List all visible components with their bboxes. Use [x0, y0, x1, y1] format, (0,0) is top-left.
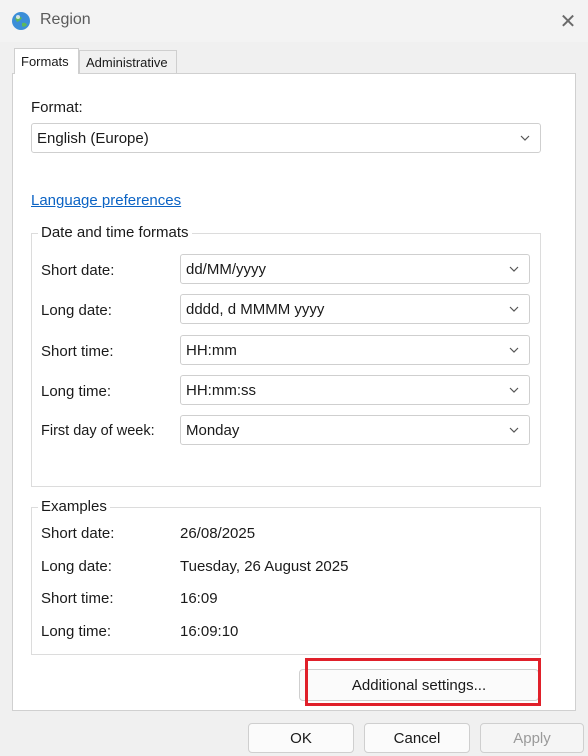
- long-date-select[interactable]: dddd, d MMMM yyyy: [180, 294, 530, 324]
- example-long-date-label: Long date:: [41, 558, 112, 575]
- long-time-value: HH:mm:ss: [186, 381, 256, 399]
- tab-formats[interactable]: Formats: [14, 48, 79, 74]
- tab-formats-label: Formats: [21, 54, 69, 69]
- short-date-label: Short date:: [41, 262, 115, 279]
- chevron-down-icon: [509, 266, 519, 272]
- chevron-down-icon: [509, 427, 519, 433]
- date-time-formats-title: Date and time formats: [38, 224, 192, 241]
- window-title: Region: [40, 11, 91, 28]
- long-date-label: Long date:: [41, 302, 112, 319]
- language-preferences-link[interactable]: Language preferences: [31, 192, 181, 209]
- format-label: Format:: [31, 99, 83, 116]
- short-date-select[interactable]: dd/MM/yyyy: [180, 254, 530, 284]
- region-dialog: Region ✕ Formats Administrative Format: …: [0, 0, 588, 756]
- ok-button[interactable]: OK: [248, 723, 354, 753]
- example-long-date-value: Tuesday, 26 August 2025: [180, 558, 349, 575]
- example-short-time-value: 16:09: [180, 590, 218, 607]
- format-value: English (Europe): [37, 129, 149, 147]
- chevron-down-icon: [509, 387, 519, 393]
- chevron-down-icon: [509, 306, 519, 312]
- chevron-down-icon: [509, 347, 519, 353]
- example-short-date-label: Short date:: [41, 525, 115, 542]
- format-select[interactable]: English (Europe): [31, 123, 541, 153]
- example-short-time-label: Short time:: [41, 590, 114, 607]
- first-day-of-week-label: First day of week:: [41, 423, 155, 439]
- long-date-value: dddd, d MMMM yyyy: [186, 300, 325, 318]
- apply-button[interactable]: Apply: [480, 723, 584, 753]
- additional-settings-button[interactable]: Additional settings...: [299, 669, 539, 701]
- apply-label: Apply: [513, 729, 551, 747]
- first-day-of-week-value: Monday: [186, 421, 240, 439]
- cancel-label: Cancel: [393, 729, 441, 747]
- long-time-select[interactable]: HH:mm:ss: [180, 375, 530, 405]
- example-long-time-label: Long time:: [41, 623, 112, 640]
- ok-label: OK: [290, 729, 312, 747]
- example-short-date-value: 26/08/2025: [180, 525, 256, 542]
- chevron-down-icon: [520, 135, 530, 141]
- cancel-button[interactable]: Cancel: [364, 723, 470, 753]
- first-day-of-week-select[interactable]: Monday: [180, 415, 530, 445]
- short-time-label: Short time:: [41, 343, 114, 360]
- short-date-value: dd/MM/yyyy: [186, 260, 267, 278]
- examples-title: Examples: [38, 498, 110, 515]
- title-bar: Region ✕: [0, 0, 588, 42]
- long-time-label: Long time:: [41, 383, 112, 400]
- example-long-time-value: 16:09:10: [180, 623, 239, 640]
- close-icon: ✕: [559, 10, 577, 33]
- tab-administrative-label: Administrative: [86, 55, 168, 70]
- tab-administrative[interactable]: Administrative: [79, 50, 177, 74]
- short-time-value: HH:mm: [186, 341, 237, 359]
- short-time-select[interactable]: HH:mm: [180, 335, 530, 365]
- close-button[interactable]: ✕: [548, 4, 588, 38]
- additional-settings-label: Additional settings...: [351, 676, 487, 694]
- formats-panel: Format: English (Europe) Language prefer…: [12, 73, 576, 711]
- globe-icon: [10, 10, 32, 32]
